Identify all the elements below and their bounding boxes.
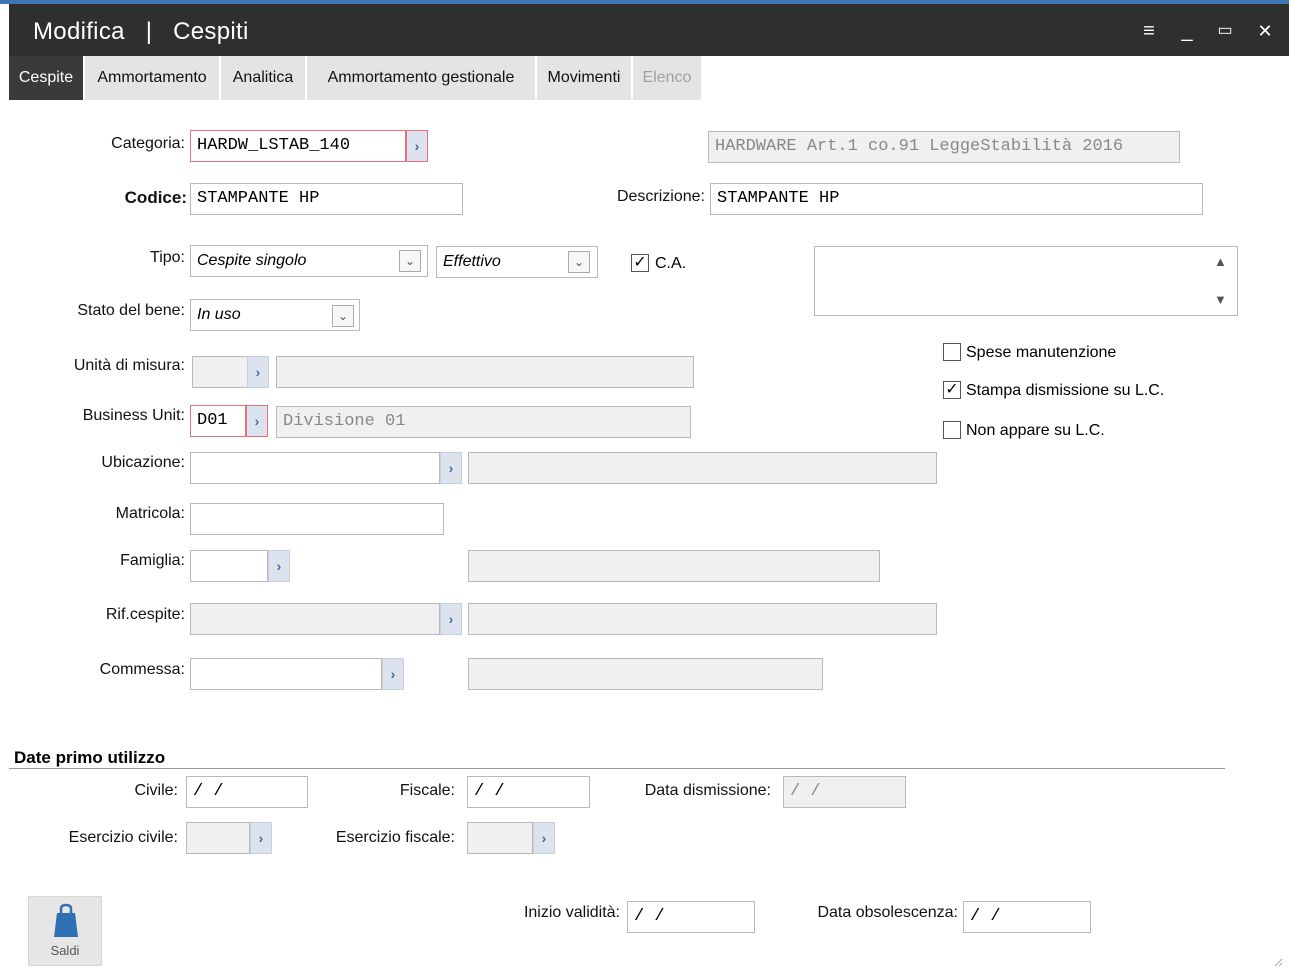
fiscale-label: Fiscale: [399,782,455,799]
business-unit-label: Business Unit: [82,407,185,424]
minimize-icon[interactable]: _ [1175,20,1199,42]
esercizio-fiscale-zoom-icon[interactable]: › [533,822,555,854]
tipo2-chevron-down-icon[interactable]: ⌄ [568,251,590,273]
matricola-label: Matricola: [115,505,185,522]
tab-cespite[interactable]: Cespite [9,56,83,100]
business-unit-zoom-icon[interactable]: › [246,405,268,437]
ubicazione-field[interactable] [190,452,440,484]
spese-checkbox[interactable] [943,343,961,361]
unita-description [276,356,694,388]
matricola-field[interactable] [190,503,444,535]
rif-cespite-field[interactable] [190,603,440,635]
rif-cespite-label: Rif.cespite: [105,606,185,623]
tipo-select[interactable]: Cespite singolo [190,245,428,277]
notes-textarea[interactable] [814,246,1238,316]
descrizione-field[interactable]: STAMPANTE HP [710,183,1203,215]
tab-analitica[interactable]: Analitica [221,56,305,100]
saldi-label: Saldi [50,943,80,958]
business-unit-description: Divisione 01 [276,406,691,438]
ubicazione-description [468,452,937,484]
categoria-field[interactable]: HARDW_LSTAB_140 [190,130,406,162]
famiglia-description [468,550,880,582]
menu-icon[interactable]: ≡ [1137,20,1161,42]
esercizio-civile-label: Esercizio civile: [68,829,178,846]
non-appare-checkbox[interactable] [943,421,961,439]
commessa-field[interactable] [190,658,382,690]
stampa-label: Stampa dismissione su L.C. [966,382,1165,399]
famiglia-field[interactable] [190,550,268,582]
unita-field[interactable] [192,356,248,388]
tab-elenco[interactable]: Elenco [633,56,701,100]
stato-chevron-down-icon[interactable]: ⌄ [332,305,354,327]
tipo-label: Tipo: [150,249,185,266]
stampa-checkbox[interactable]: ✓ [943,381,961,399]
ca-label: C.A. [655,255,687,272]
tab-ammortamento-gestionale[interactable]: Ammortamento gestionale [307,56,535,100]
inizio-validita-label: Inizio validità: [523,904,620,921]
tab-ammortamento[interactable]: Ammortamento [85,56,219,100]
civile-label: Civile: [134,782,178,799]
esercizio-civile-field[interactable] [186,822,250,854]
dismissione-date-field[interactable]: / / [783,776,906,808]
spese-label: Spese manutenzione [966,344,1117,361]
fiscale-date-field[interactable]: / / [467,776,590,808]
categoria-label: Categoria: [111,135,185,152]
saldi-button[interactable]: Saldi [28,896,102,966]
tipo-chevron-down-icon[interactable]: ⌄ [399,250,421,272]
esercizio-civile-zoom-icon[interactable]: › [250,822,272,854]
commessa-zoom-icon[interactable]: › [382,658,404,690]
maximize-icon[interactable]: ▭ [1213,20,1237,42]
obsolescenza-field[interactable]: / / [963,901,1091,933]
inizio-validita-field[interactable]: / / [627,901,755,933]
scroll-down-icon[interactable]: ▼ [1214,292,1227,307]
unita-zoom-icon[interactable]: › [247,356,269,388]
rif-cespite-zoom-icon[interactable]: › [440,603,462,635]
codice-field[interactable]: STAMPANTE HP [190,183,463,215]
title-bar: Modifica | Cespiti ≡ _ ▭ ✕ [9,4,1289,56]
commessa-label: Commessa: [99,661,185,678]
ubicazione-label: Ubicazione: [101,454,185,471]
categoria-zoom-icon[interactable]: › [406,130,428,162]
stato-label: Stato del bene: [77,302,185,319]
window-title: Modifica | Cespiti [33,18,249,45]
section-divider [9,768,1225,769]
resize-grip-icon[interactable] [1273,957,1283,967]
non-appare-label: Non appare su L.C. [966,422,1105,439]
unita-label: Unità di misura: [73,357,185,374]
date-section-title: Date primo utilizzo [14,748,166,767]
ubicazione-zoom-icon[interactable]: › [440,452,462,484]
civile-date-field[interactable]: / / [186,776,308,808]
commessa-description [468,658,823,690]
obsolescenza-label: Data obsolescenza: [817,904,958,921]
close-icon[interactable]: ✕ [1253,20,1277,42]
famiglia-label: Famiglia: [120,552,185,569]
tab-movimenti[interactable]: Movimenti [537,56,631,100]
categoria-description: HARDWARE Art.1 co.91 LeggeStabilità 2016 [708,131,1180,163]
esercizio-fiscale-field[interactable] [467,822,533,854]
scroll-up-icon[interactable]: ▲ [1214,254,1227,269]
shopping-bag-icon [54,903,78,937]
business-unit-field[interactable]: D01 [190,405,246,437]
codice-label: Codice: [124,188,187,207]
rif-cespite-description [468,603,937,635]
dismissione-label: Data dismissione: [644,782,771,799]
esercizio-fiscale-label: Esercizio fiscale: [335,829,455,846]
famiglia-zoom-icon[interactable]: › [268,550,290,582]
ca-checkbox[interactable]: ✓ [631,254,649,272]
descrizione-label: Descrizione: [616,188,705,205]
